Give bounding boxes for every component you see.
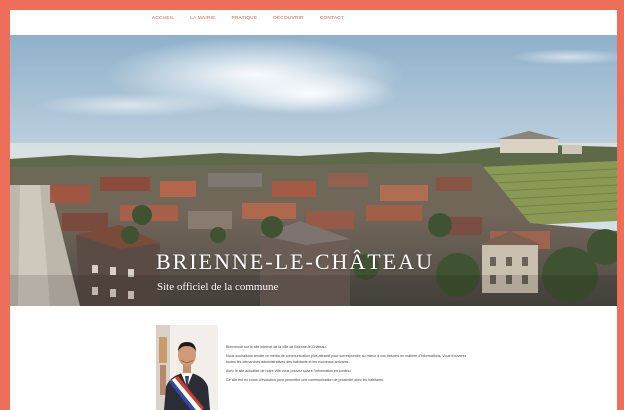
welcome-paragraph-1: Bienvenue sur le site internet de la vil… [226,345,327,349]
site-title: BRIENNE-LE-CHÂTEAU [156,249,434,274]
top-navigation-bar: ACCUEIL LA MAIRIE PRATIQUE DÉCOUVRIR CON… [10,10,617,35]
web-page: ACCUEIL LA MAIRIE PRATIQUE DÉCOUVRIR CON… [10,10,617,410]
site-subtitle: Site officiel de la commune [157,281,279,293]
hero-banner: BRIENNE-LE-CHÂTEAU Site officiel de la c… [10,35,617,306]
main-content: Bienvenue sur le site internet de la vil… [10,306,617,410]
welcome-paragraph-2: Nous souhaitons rendre ce média de commu… [226,354,467,364]
nav-item-la-mairie[interactable]: LA MAIRIE [190,16,215,21]
nav-menu: ACCUEIL LA MAIRIE PRATIQUE DÉCOUVRIR CON… [152,16,344,21]
mayor-portrait-image [156,325,218,410]
nav-item-contact[interactable]: CONTACT [320,16,344,21]
welcome-text: Bienvenue sur le site internet de la vil… [226,344,476,386]
nav-item-pratique[interactable]: PRATIQUE [231,16,257,21]
nav-item-accueil[interactable]: ACCUEIL [152,16,174,21]
welcome-paragraph-3: Avec le site actualisé de notre ville vo… [226,369,352,373]
welcome-paragraph-4: Ce site est en cours d'évolution pour pe… [226,378,384,382]
nav-item-decouvrir[interactable]: DÉCOUVRIR [273,16,304,21]
